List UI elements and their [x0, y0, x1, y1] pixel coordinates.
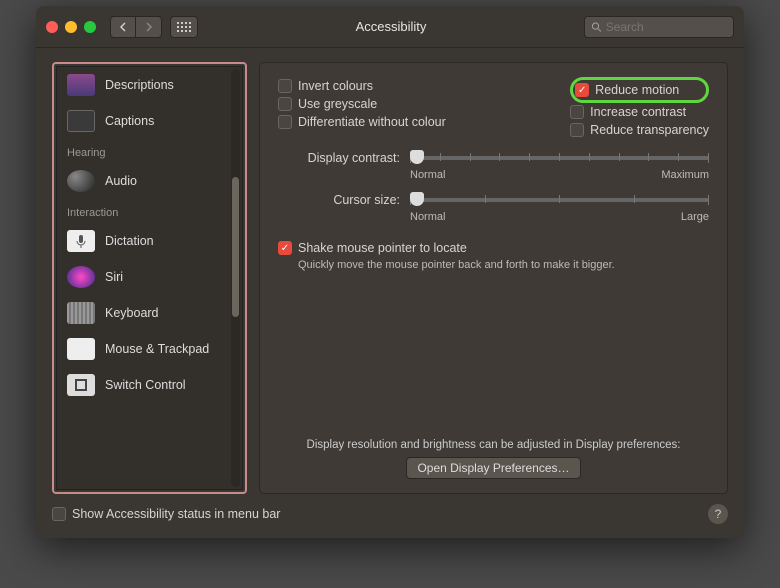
sidebar-item-siri[interactable]: Siri — [57, 259, 242, 295]
display-pref-section: Display resolution and brightness can be… — [278, 439, 709, 479]
contrast-legend: NormalMaximum — [410, 169, 709, 181]
checkbox-label: Reduce transparency — [590, 123, 709, 137]
shake-description: Quickly move the mouse pointer back and … — [298, 259, 709, 271]
accessibility-window: Accessibility Descriptions Captions Hear… — [36, 6, 744, 538]
checkbox-label: Invert colours — [298, 79, 373, 93]
close-button[interactable] — [46, 21, 58, 33]
sidebar-item-switch-control[interactable]: Switch Control — [57, 367, 242, 403]
checkbox-icon — [52, 507, 66, 521]
sidebar-item-captions[interactable]: Captions — [57, 103, 242, 139]
sidebar-item-descriptions[interactable]: Descriptions — [57, 67, 242, 103]
nav-buttons — [110, 16, 162, 38]
cursor-size-row: Cursor size: — [278, 193, 709, 207]
zoom-button[interactable] — [84, 21, 96, 33]
category-sidebar[interactable]: Descriptions Captions Hearing Audio Inte… — [56, 66, 243, 490]
sidebar-item-keyboard[interactable]: Keyboard — [57, 295, 242, 331]
checkbox-icon: ✓ — [278, 241, 292, 255]
sidebar-highlight: Descriptions Captions Hearing Audio Inte… — [52, 62, 247, 494]
shake-pointer-checkbox[interactable]: ✓ Shake mouse pointer to locate — [278, 239, 709, 257]
bottom-row: Show Accessibility status in menu bar ? — [52, 494, 728, 524]
content-area: Descriptions Captions Hearing Audio Inte… — [36, 48, 744, 538]
use-greyscale-checkbox[interactable]: Use greyscale — [278, 95, 570, 113]
sidebar-item-label: Dictation — [105, 234, 154, 248]
mouse-trackpad-icon — [67, 338, 95, 360]
captions-icon — [67, 110, 95, 132]
differentiate-colour-checkbox[interactable]: Differentiate without colour — [278, 113, 570, 131]
switch-control-icon — [67, 374, 95, 396]
dictation-icon — [67, 230, 95, 252]
invert-colours-checkbox[interactable]: Invert colours — [278, 77, 570, 95]
checkbox-icon — [278, 115, 292, 129]
sidebar-item-mouse-trackpad[interactable]: Mouse & Trackpad — [57, 331, 242, 367]
cursor-size-label: Cursor size: — [278, 193, 400, 207]
display-pref-text: Display resolution and brightness can be… — [278, 439, 709, 451]
cursor-legend: NormalLarge — [410, 211, 709, 223]
checkbox-label: Increase contrast — [590, 105, 686, 119]
slider-knob[interactable] — [410, 192, 424, 206]
show-all-button[interactable] — [170, 16, 198, 38]
search-field[interactable] — [584, 16, 734, 38]
sidebar-item-label: Keyboard — [105, 306, 159, 320]
checkbox-label: Reduce motion — [595, 83, 679, 97]
search-icon — [591, 21, 602, 33]
window-title: Accessibility — [206, 19, 576, 34]
display-contrast-label: Display contrast: — [278, 151, 400, 165]
audio-icon — [67, 170, 95, 192]
search-input[interactable] — [606, 20, 727, 34]
checkbox-grid: Invert colours Use greyscale Differentia… — [278, 77, 709, 139]
titlebar: Accessibility — [36, 6, 744, 48]
sidebar-category-interaction: Interaction — [57, 199, 242, 223]
sidebar-item-label: Captions — [105, 114, 154, 128]
sidebar-item-label: Audio — [105, 174, 137, 188]
sidebar-item-label: Mouse & Trackpad — [105, 342, 209, 356]
cursor-size-slider[interactable] — [410, 198, 709, 202]
siri-icon — [67, 266, 95, 288]
main-row: Descriptions Captions Hearing Audio Inte… — [52, 62, 728, 494]
display-contrast-slider[interactable] — [410, 156, 709, 160]
display-contrast-row: Display contrast: — [278, 151, 709, 165]
back-button[interactable] — [110, 16, 136, 38]
help-icon: ? — [715, 507, 722, 521]
shake-section: ✓ Shake mouse pointer to locate Quickly m… — [278, 239, 709, 271]
detail-pane: Invert colours Use greyscale Differentia… — [259, 62, 728, 494]
checkbox-label: Use greyscale — [298, 97, 377, 111]
slider-knob[interactable] — [410, 150, 424, 164]
checkbox-label: Differentiate without colour — [298, 115, 446, 129]
forward-button[interactable] — [136, 16, 162, 38]
checkbox-icon: ✓ — [575, 83, 589, 97]
checkbox-icon — [278, 97, 292, 111]
grid-icon — [177, 22, 191, 32]
traffic-lights — [46, 21, 96, 33]
sidebar-item-label: Descriptions — [105, 78, 174, 92]
sidebar-category-hearing: Hearing — [57, 139, 242, 163]
reduce-motion-checkbox[interactable]: ✓ Reduce motion — [575, 81, 679, 99]
reduce-motion-highlight: ✓ Reduce motion — [570, 77, 709, 103]
sidebar-item-audio[interactable]: Audio — [57, 163, 242, 199]
help-button[interactable]: ? — [708, 504, 728, 524]
checkbox-label: Show Accessibility status in menu bar — [72, 507, 280, 521]
sidebar-item-label: Switch Control — [105, 378, 186, 392]
keyboard-icon — [67, 302, 95, 324]
reduce-transparency-checkbox[interactable]: Reduce transparency — [570, 121, 709, 139]
sidebar-item-label: Siri — [105, 270, 123, 284]
checkbox-icon — [278, 79, 292, 93]
open-display-preferences-button[interactable]: Open Display Preferences… — [406, 457, 580, 479]
minimize-button[interactable] — [65, 21, 77, 33]
sidebar-item-dictation[interactable]: Dictation — [57, 223, 242, 259]
checkbox-icon — [570, 105, 584, 119]
checkbox-icon — [570, 123, 584, 137]
show-status-checkbox[interactable]: Show Accessibility status in menu bar — [52, 505, 280, 523]
checkbox-label: Shake mouse pointer to locate — [298, 241, 467, 255]
sidebar-scrollthumb[interactable] — [232, 177, 239, 317]
descriptions-icon — [67, 74, 95, 96]
increase-contrast-checkbox[interactable]: Increase contrast — [570, 103, 709, 121]
